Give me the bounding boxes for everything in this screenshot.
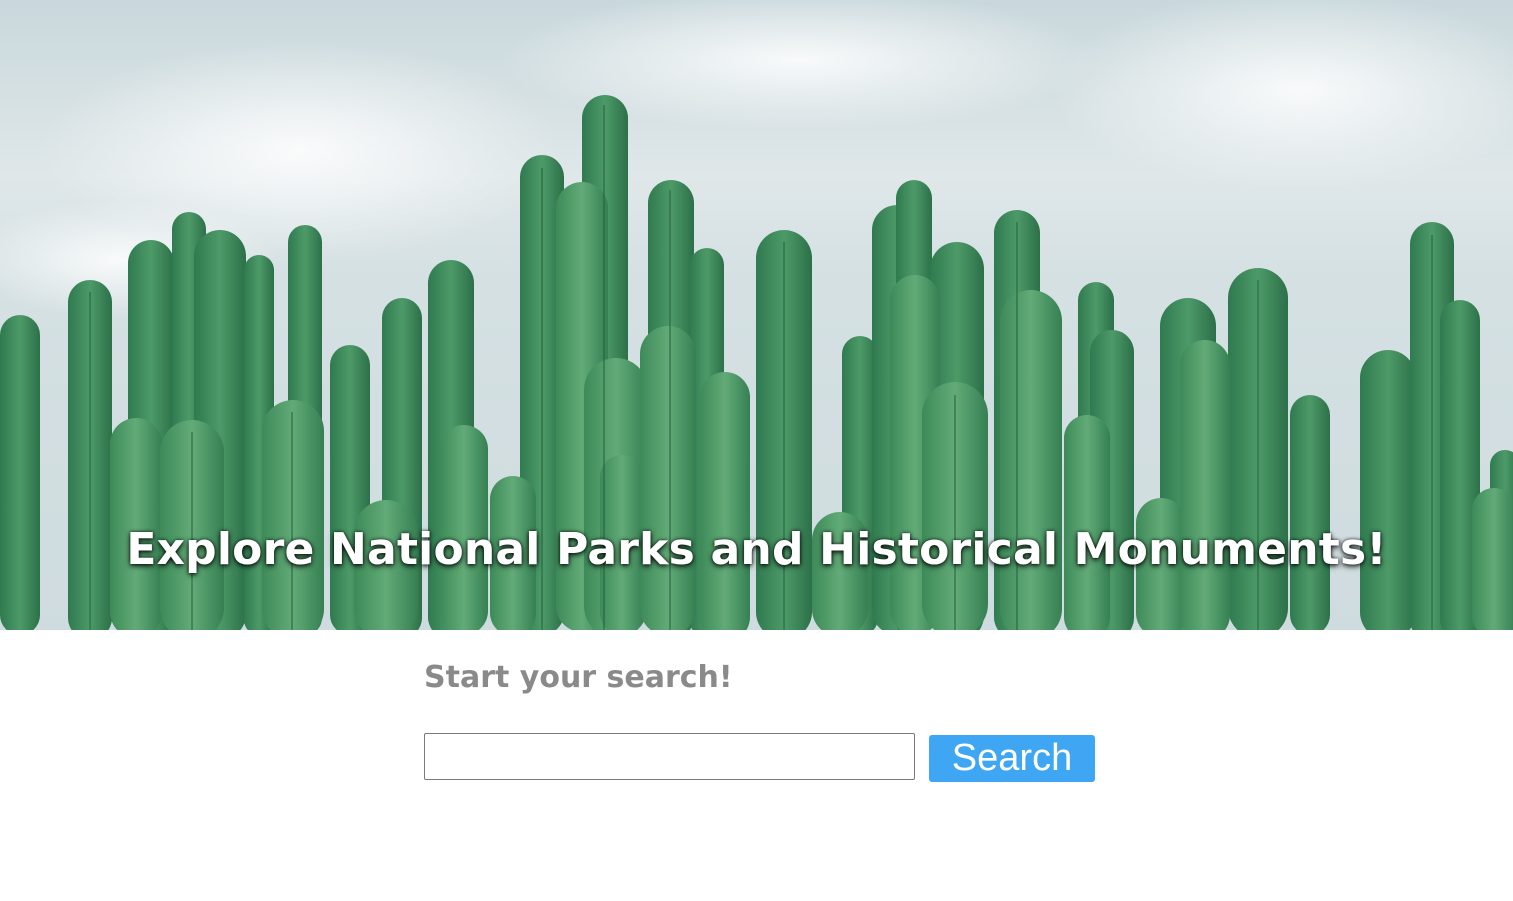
hero-banner: Explore National Parks and Historical Mo… [0,0,1513,630]
search-section: Start your search! Search [424,660,1095,782]
search-button[interactable]: Search [929,735,1095,782]
search-input[interactable] [424,733,915,780]
search-heading: Start your search! [424,660,733,695]
hero-title: Explore National Parks and Historical Mo… [126,524,1387,575]
